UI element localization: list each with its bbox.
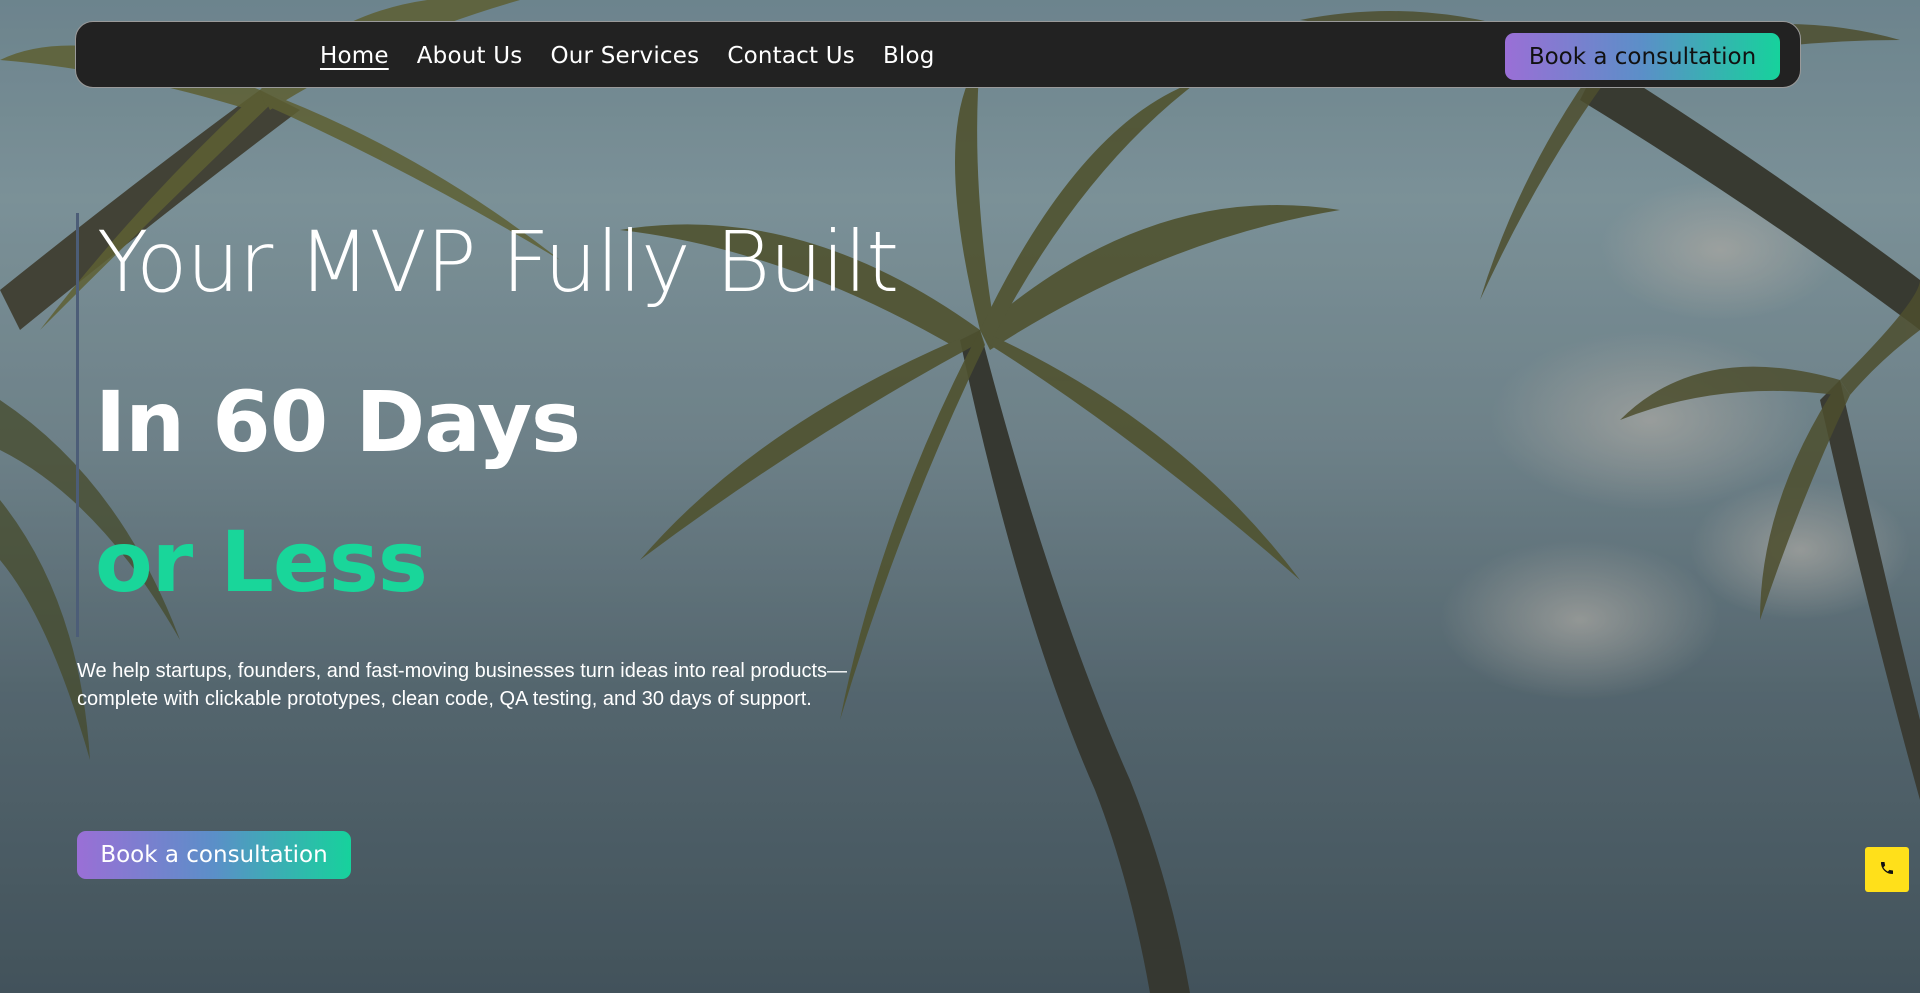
nav-book-consultation-button[interactable]: Book a consultation — [1505, 33, 1780, 80]
hero-title-line-2: In 60 Days — [95, 373, 581, 471]
nav-link-about-us[interactable]: About Us — [417, 43, 523, 69]
hero-book-consultation-button[interactable]: Book a consultation — [77, 831, 351, 879]
hero-accent-bar — [76, 213, 79, 637]
nav-link-our-services[interactable]: Our Services — [550, 43, 699, 69]
nav-links: Home About Us Our Services Contact Us Bl… — [320, 22, 935, 89]
nav-link-blog[interactable]: Blog — [883, 43, 935, 69]
hero-title-line-3: or Less — [95, 513, 428, 611]
floating-call-button[interactable] — [1865, 847, 1909, 892]
nav-link-home[interactable]: Home — [320, 43, 389, 69]
navbar: Home About Us Our Services Contact Us Bl… — [75, 21, 1801, 88]
phone-icon — [1879, 860, 1895, 880]
hero-description-line-1: We help startups, founders, and fast-mov… — [77, 660, 848, 682]
nav-link-contact-us[interactable]: Contact Us — [727, 43, 855, 69]
hero-description-line-2: complete with clickable prototypes, clea… — [77, 688, 812, 710]
hero-title-line-1: Your MVP Fully Built — [97, 213, 899, 311]
hero-description: We help startups, founders, and fast-mov… — [77, 657, 937, 713]
